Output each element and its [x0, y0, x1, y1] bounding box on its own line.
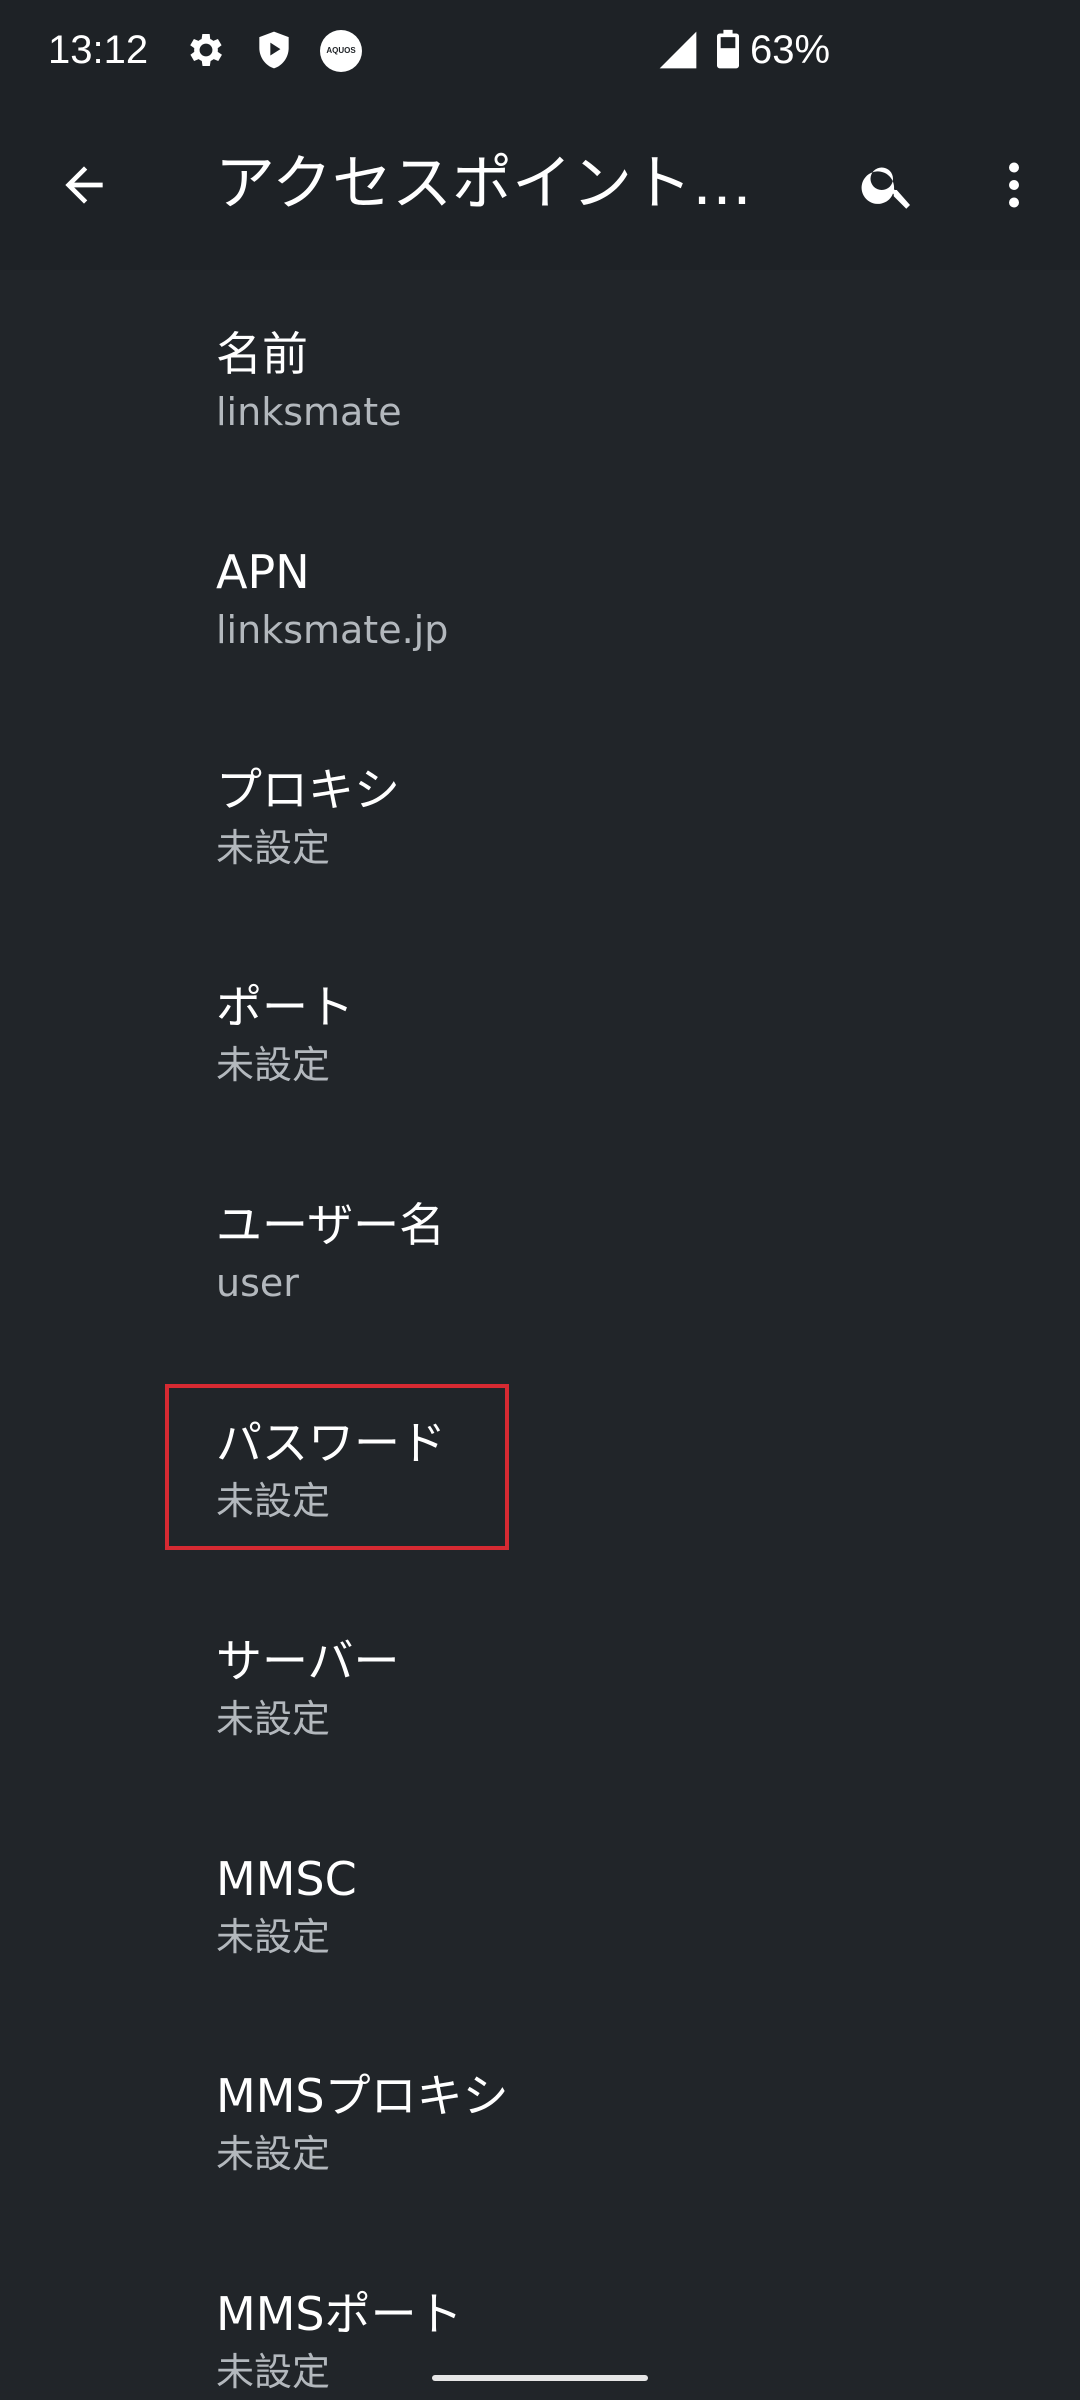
- list-item-apn[interactable]: APN linksmate.jp: [0, 488, 1080, 706]
- item-value: linksmate: [216, 390, 402, 434]
- item-title: ポート: [216, 980, 354, 1035]
- item-value: 未設定: [216, 1914, 331, 1959]
- item-value: 未設定: [216, 1696, 331, 1741]
- list-item-name[interactable]: 名前 linksmate: [0, 270, 1080, 488]
- app-bar: アクセスポイント…: [0, 100, 1080, 270]
- aquos-logo: AQUOS: [320, 30, 362, 72]
- arrow-back-icon[interactable]: [44, 145, 124, 225]
- item-title: MMSプロキシ: [216, 2069, 509, 2124]
- item-title: 名前: [216, 327, 308, 381]
- item-value: linksmate.jp: [216, 607, 449, 652]
- more-vert-icon[interactable]: [974, 145, 1054, 225]
- list-item-proxy[interactable]: プロキシ 未設定: [0, 706, 1080, 924]
- status-bar: 13:12 AQUOS 63%: [0, 0, 1080, 100]
- status-time: 13:12: [48, 28, 149, 72]
- page-title: アクセスポイント…: [215, 149, 752, 219]
- apn-settings-list: 名前 linksmate APN linksmate.jp プロキシ 未設定 ポ…: [0, 270, 1080, 2400]
- battery-icon: [706, 28, 750, 72]
- item-value: user: [216, 1261, 299, 1306]
- list-item-mmsc[interactable]: MMSC 未設定: [0, 1795, 1080, 2013]
- item-title: MMSC: [216, 1851, 357, 1906]
- gesture-nav-handle[interactable]: [432, 2375, 648, 2381]
- search-icon[interactable]: [848, 145, 928, 225]
- item-title: プロキシ: [216, 762, 400, 817]
- battery-percentage: 63%: [750, 28, 831, 72]
- item-value: 未設定: [216, 1043, 331, 1088]
- shield-play-icon: [252, 28, 296, 72]
- list-item-port[interactable]: ポート 未設定: [0, 923, 1080, 1141]
- item-title: ユーザー名: [216, 1198, 446, 1253]
- item-value: 未設定: [216, 2350, 331, 2395]
- apn-edit-screen: 13:12 AQUOS 63% アクセスポイント… 名前 linksmate A…: [0, 0, 1080, 2400]
- item-title: APN: [216, 544, 310, 599]
- item-value: 未設定: [216, 1478, 331, 1523]
- gear-icon: [184, 28, 228, 72]
- list-item-username[interactable]: ユーザー名 user: [0, 1141, 1080, 1359]
- item-title: サーバー: [216, 1633, 400, 1688]
- item-value: 未設定: [216, 2132, 331, 2177]
- list-item-mms-proxy[interactable]: MMSプロキシ 未設定: [0, 2012, 1080, 2230]
- item-value: 未設定: [216, 825, 331, 870]
- signal-icon: [656, 28, 700, 72]
- list-item-password[interactable]: パスワード 未設定: [0, 1359, 1080, 1577]
- list-item-server[interactable]: サーバー 未設定: [0, 1577, 1080, 1795]
- item-title: パスワード: [216, 1415, 446, 1470]
- item-title: MMSポート: [216, 2287, 463, 2342]
